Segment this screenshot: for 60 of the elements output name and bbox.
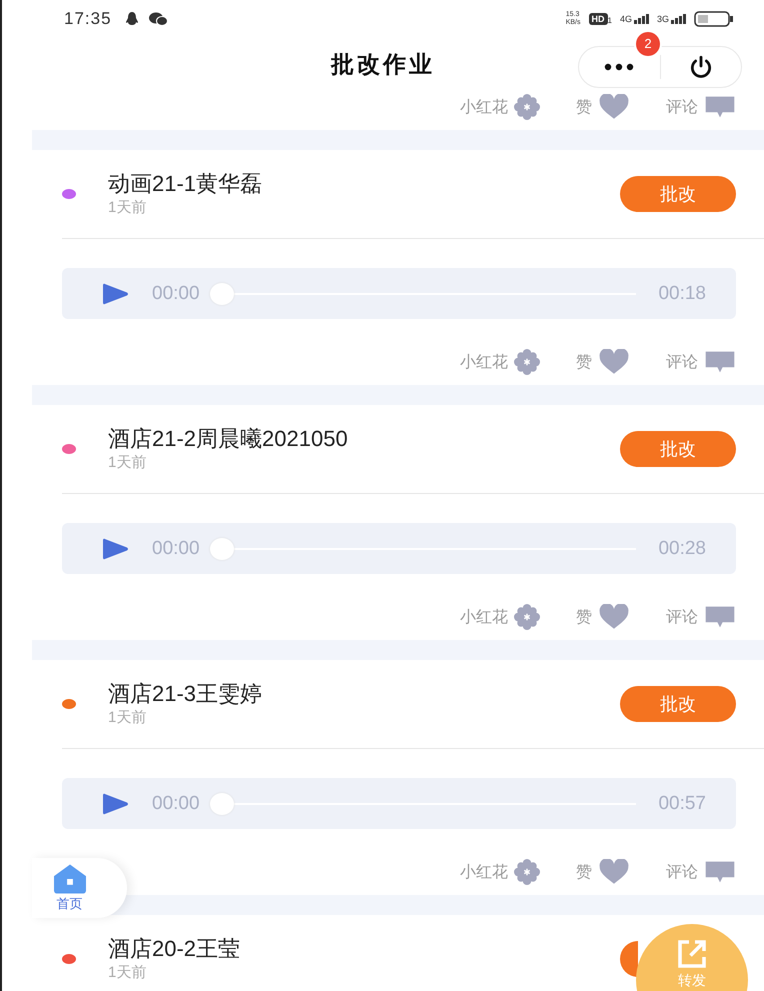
- action-label: 小红花: [460, 862, 508, 882]
- action-label: 评论: [666, 98, 698, 118]
- current-time: 00:00: [152, 282, 200, 304]
- current-time: 00:00: [152, 792, 200, 814]
- play-icon[interactable]: [100, 538, 130, 560]
- flower-icon[interactable]: [514, 604, 540, 630]
- progress-handle[interactable]: [210, 282, 234, 304]
- post-time: 1天前: [108, 198, 148, 218]
- student-name: 酒店20-2王莹: [108, 935, 242, 963]
- heart-icon[interactable]: [598, 349, 630, 375]
- comment-icon[interactable]: [704, 94, 736, 120]
- home-button[interactable]: 首页: [32, 858, 127, 918]
- more-icon: [604, 63, 634, 71]
- action-label: 评论: [666, 352, 698, 372]
- action-label: 赞: [576, 352, 592, 372]
- flower-icon[interactable]: [514, 859, 540, 885]
- progress-handle[interactable]: [210, 792, 234, 814]
- student-name: 动画21-1黄华磊: [108, 170, 264, 198]
- share-button[interactable]: 转发: [636, 924, 748, 991]
- heart-icon[interactable]: [598, 604, 630, 630]
- duration-time: 00:18: [658, 282, 706, 304]
- review-button[interactable]: [620, 941, 638, 977]
- clock-time: 17:35: [64, 9, 112, 29]
- action-label: 赞: [576, 608, 592, 628]
- action-label: 赞: [576, 98, 592, 118]
- action-label: 评论: [666, 608, 698, 628]
- hd-indicator: HD 1: [588, 13, 612, 25]
- student-name: 酒店21-3王雯婷: [108, 680, 264, 708]
- notification-badge: 2: [636, 32, 660, 56]
- duration-time: 00:57: [658, 792, 706, 814]
- flower-icon[interactable]: [514, 349, 540, 375]
- action-label: 小红花: [460, 608, 508, 628]
- play-icon[interactable]: [100, 282, 130, 304]
- post-time: 1天前: [108, 453, 148, 473]
- flower-icon[interactable]: [514, 94, 540, 120]
- review-button[interactable]: 批改: [620, 431, 736, 467]
- action-label: 小红花: [460, 98, 508, 118]
- heart-icon[interactable]: [598, 859, 630, 885]
- heart-icon[interactable]: [598, 94, 630, 120]
- signal-indicator: 3G: [656, 14, 686, 24]
- page-title: 批改作业: [331, 50, 435, 78]
- review-button[interactable]: 批改: [620, 686, 736, 722]
- comment-icon[interactable]: [704, 859, 736, 885]
- comment-icon[interactable]: [704, 349, 736, 375]
- post-time: 1天前: [108, 963, 148, 983]
- duration-time: 00:28: [658, 538, 706, 560]
- post-time: 1天前: [108, 708, 148, 728]
- battery-icon: [694, 11, 734, 27]
- action-label: 小红花: [460, 352, 508, 372]
- penguin-icon: [124, 11, 140, 27]
- comment-icon[interactable]: [704, 604, 736, 630]
- action-label: 评论: [666, 862, 698, 882]
- action-label: 赞: [576, 862, 592, 882]
- review-button[interactable]: 批改: [620, 176, 736, 212]
- progress-handle[interactable]: [210, 538, 234, 560]
- current-time: 00:00: [152, 538, 200, 560]
- signal-indicator: 4G: [620, 14, 649, 24]
- chat-bubbles-icon: [148, 11, 168, 27]
- student-name: 酒店21-2周晨曦2021050: [108, 425, 349, 453]
- play-icon[interactable]: [100, 792, 130, 814]
